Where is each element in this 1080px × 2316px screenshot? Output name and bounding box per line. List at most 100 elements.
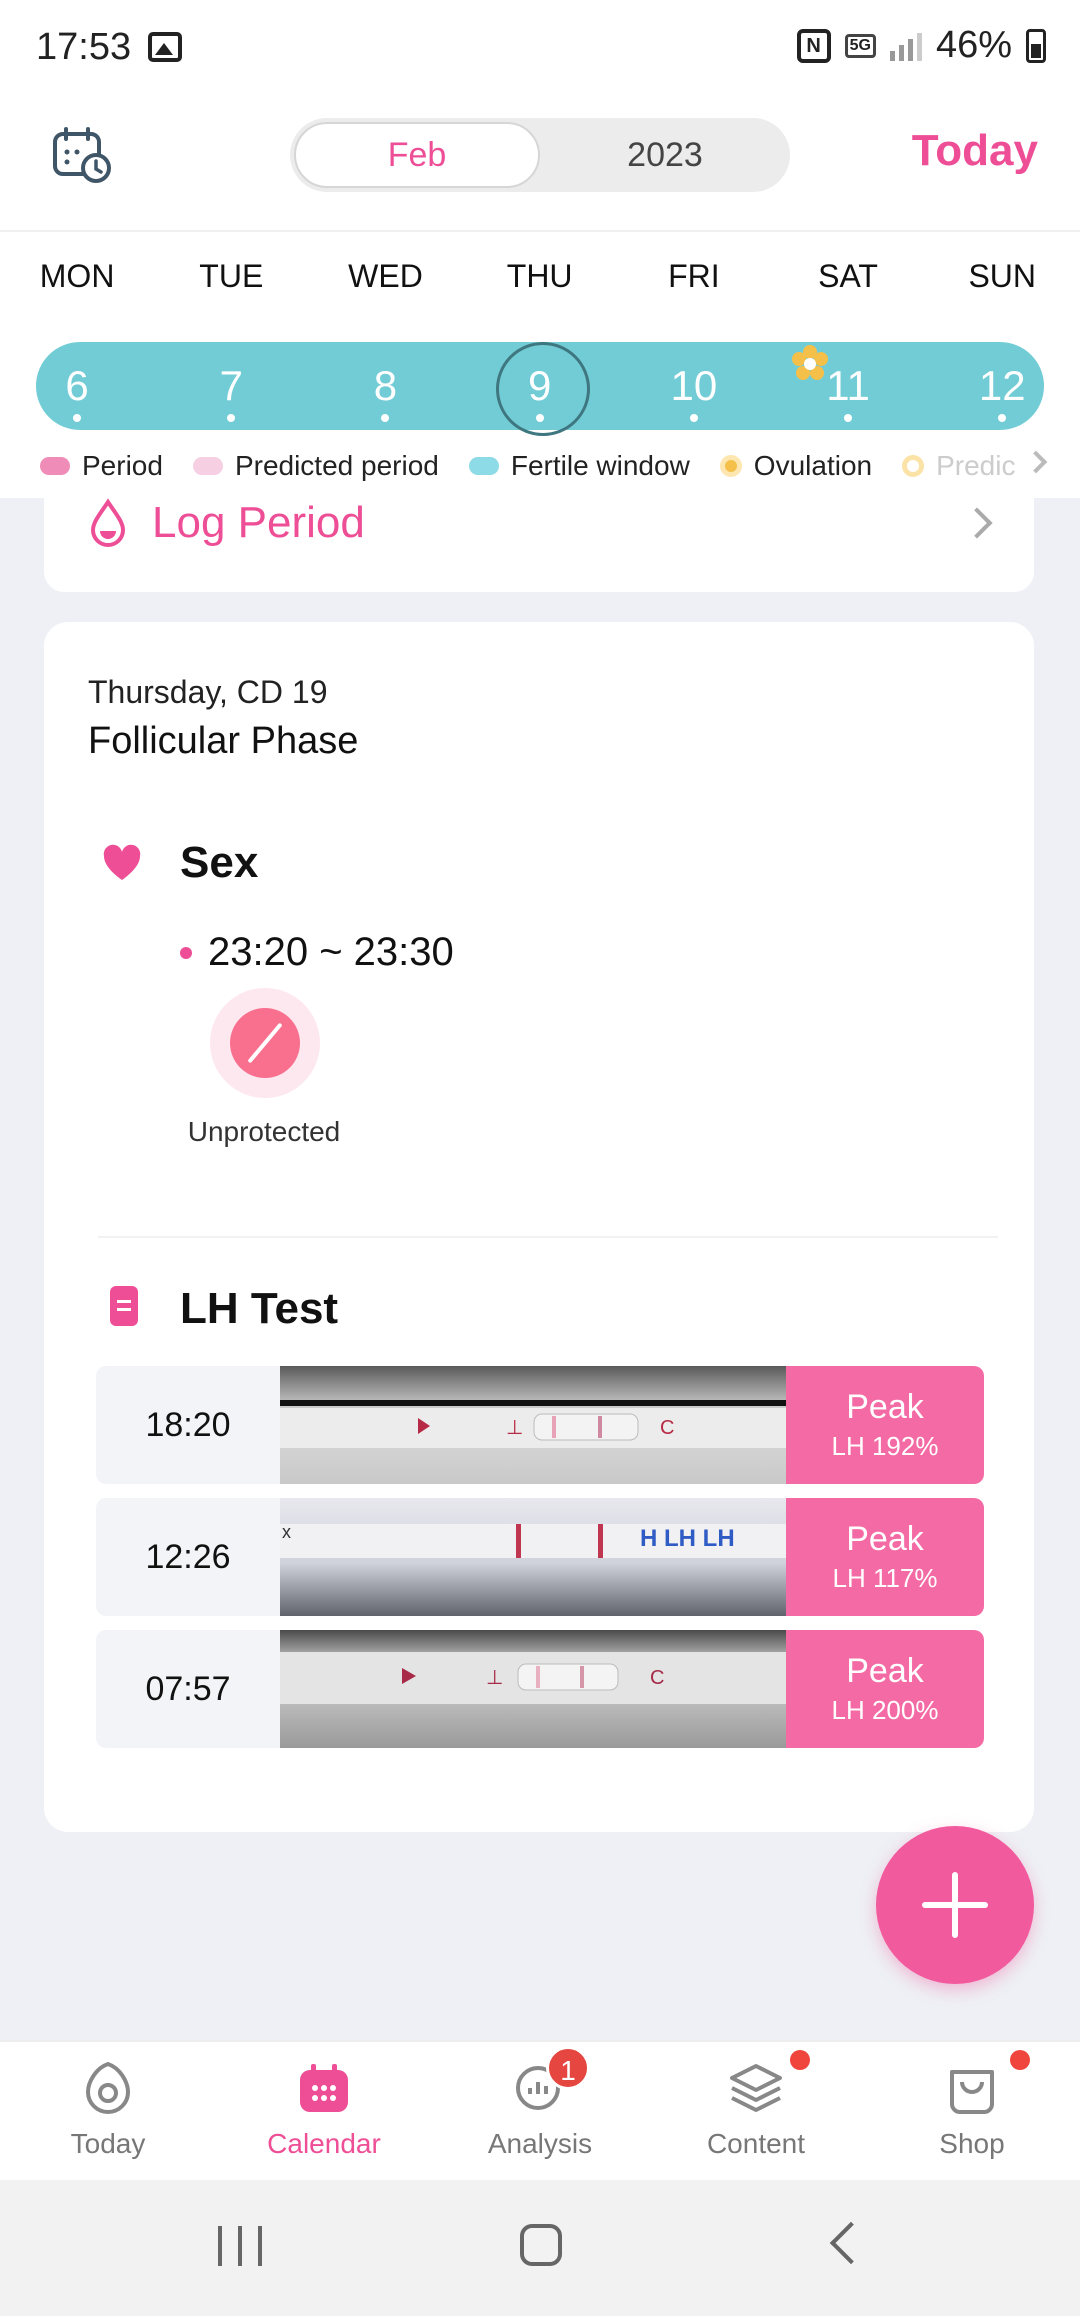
lh-ratio: LH 192% [831,1431,939,1461]
svg-text:C: C [660,1417,674,1439]
lh-result: Peak [846,1388,924,1426]
system-navigation-bar [0,2180,1080,2316]
legend-period: Period [40,450,163,482]
lh-test-row[interactable]: 12:26 x H LH LH Peak LH 117% [96,1498,984,1616]
lh-test-title: LH Test [180,1284,339,1333]
date-number: 11 [826,362,870,409]
date-cell[interactable]: 7 [154,342,308,430]
lh-result-badge: Peak LH 117% [786,1498,984,1616]
record-dot [998,414,1007,422]
lh-test-time: 12:26 [145,1538,231,1576]
date-cell[interactable]: 10 [617,342,771,430]
lh-test-row[interactable]: 18:20 ⊥ C Peak LH 192% [96,1366,984,1484]
battery-percent: 46% [935,24,1012,66]
date-row: 6 7 8 9 10 11 12 [0,342,1080,436]
log-period-label: Log Period [152,498,365,547]
add-record-button[interactable] [876,1826,1034,1984]
layers-icon [730,2064,782,2112]
nav-calendar[interactable]: Calendar [216,2042,432,2180]
status-bar: 17:53 N 5G 46% [0,0,1080,96]
record-dot [535,414,544,422]
legend-swatch [468,457,499,475]
nfc-icon: N [796,28,831,63]
year-button[interactable]: 2023 [540,118,790,192]
legend-swatch [192,457,223,475]
date-number: 12 [978,362,1026,409]
record-dot [227,414,236,422]
log-period-card[interactable]: Log Period [44,498,1034,592]
recent-apps-icon[interactable] [218,2226,262,2266]
legend-predicted-ovulation: Predic [902,450,1015,482]
svg-text:⊥: ⊥ [506,1417,523,1439]
lh-test-strip-photo: x H LH LH [280,1498,786,1616]
lh-test-row[interactable]: 07:57 ⊥ C Peak LH 200% [96,1630,984,1748]
ovulation-icon [719,455,742,477]
nav-shop[interactable]: Shop [864,2042,1080,2180]
legend-fertile-window: Fertile window [468,450,690,482]
battery-icon [1026,28,1046,63]
lh-result-badge: Peak LH 192% [786,1366,984,1484]
lh-test-time: 18:20 [145,1406,231,1444]
legend-swatch [40,457,70,475]
lh-ratio: LH 200% [831,1695,939,1725]
lh-test-strip-photo: ⊥ C [280,1366,786,1484]
bullet-dot [180,946,192,959]
sex-time-entry[interactable]: 23:20 ~ 23:30 [180,930,454,975]
shopping-bag-icon [950,2070,994,2114]
back-icon[interactable] [829,2221,873,2265]
date-cell[interactable]: 6 [0,342,154,430]
unprotected-icon [210,988,320,1098]
weekday-label: MON [39,258,115,294]
svg-text:⊥: ⊥ [486,1667,503,1689]
chevron-right-icon [961,507,993,539]
date-cell[interactable]: 12 [925,342,1079,430]
sex-time-range: 23:20 ~ 23:30 [208,930,454,974]
date-cell[interactable]: 8 [308,342,462,430]
nav-content[interactable]: Content [648,2042,864,2180]
legend-label: Period [82,450,163,481]
record-dot [844,414,853,422]
calendar-legend: Period Predicted period Fertile window O… [40,446,1040,486]
date-number: 6 [65,362,89,409]
bottom-navigation: Today Calendar 1 Analysis Content Shop [0,2040,1080,2180]
legend-ovulation: Ovulation [719,450,872,482]
legend-label: Predic [936,450,1016,481]
date-cell-selected[interactable]: 9 [463,342,617,436]
drop-icon [90,498,126,547]
calendar-history-icon[interactable] [52,126,112,184]
nav-today[interactable]: Today [0,2042,216,2180]
month-year-selector: Feb 2023 [290,118,790,192]
gallery-notification-icon [148,32,182,62]
nav-analysis[interactable]: 1 Analysis [432,2042,648,2180]
weekday-label: SAT [818,258,878,294]
divider [98,1236,998,1238]
weekday-label: THU [506,258,573,294]
month-button[interactable]: Feb [294,122,540,188]
protection-label: Unprotected [187,1116,341,1147]
day-details-card: Thursday, CD 19 Follicular Phase Sex 23:… [44,622,1034,1832]
date-number: 8 [373,362,398,409]
sex-section-title: Sex [180,838,259,887]
lh-test-icon [110,1286,138,1326]
egg-icon [85,2061,131,2114]
today-button[interactable]: Today [912,126,1038,176]
network-5g-icon: 5G [844,33,876,58]
lh-test-time: 07:57 [145,1670,231,1708]
svg-text:x: x [282,1522,291,1542]
weekday-label: FRI [668,258,720,294]
record-dot [689,414,698,422]
status-time: 17:53 [36,26,132,68]
signal-icon [889,31,922,61]
svg-text:H LH LH: H LH LH [640,1525,735,1552]
notification-badge: 1 [546,2046,590,2090]
legend-label: Predicted period [234,450,439,481]
date-number: 9 [527,362,552,409]
home-icon[interactable] [520,2224,562,2266]
lh-test-strip-photo: ⊥ C [280,1630,786,1748]
calendar-icon [300,2064,348,2112]
nav-label: Calendar [267,2128,381,2159]
nav-label: Shop [939,2128,1005,2159]
date-number: 10 [670,362,718,409]
new-shop-dot [1010,2050,1030,2070]
week-view: MON TUE WED THU FRI SAT SUN 6 7 8 9 10 1… [0,232,1080,498]
